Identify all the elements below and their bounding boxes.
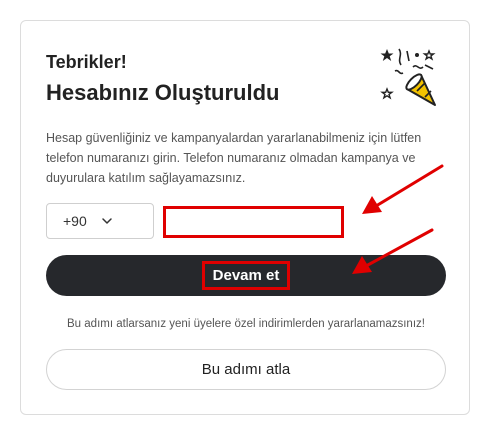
congrats-heading: Tebrikler! [46,52,127,72]
country-code-value: +90 [63,213,87,229]
skip-button[interactable]: Bu adımı atla [46,349,446,390]
skip-warning-text: Bu adımı atlarsanız yeni üyelere özel in… [67,318,425,330]
continue-button-label: Devam et [201,261,291,290]
country-code-select[interactable]: +90 [46,203,154,239]
phone-input[interactable] [163,206,344,238]
page-title: Hesabınız Oluşturuldu [46,80,280,105]
annotation-arrow-icon [352,228,434,274]
annotation-arrow-icon [362,164,444,214]
skip-button-label: Bu adımı atla [201,361,291,378]
chevron-down-icon [101,215,113,227]
party-popper-icon [380,48,436,106]
